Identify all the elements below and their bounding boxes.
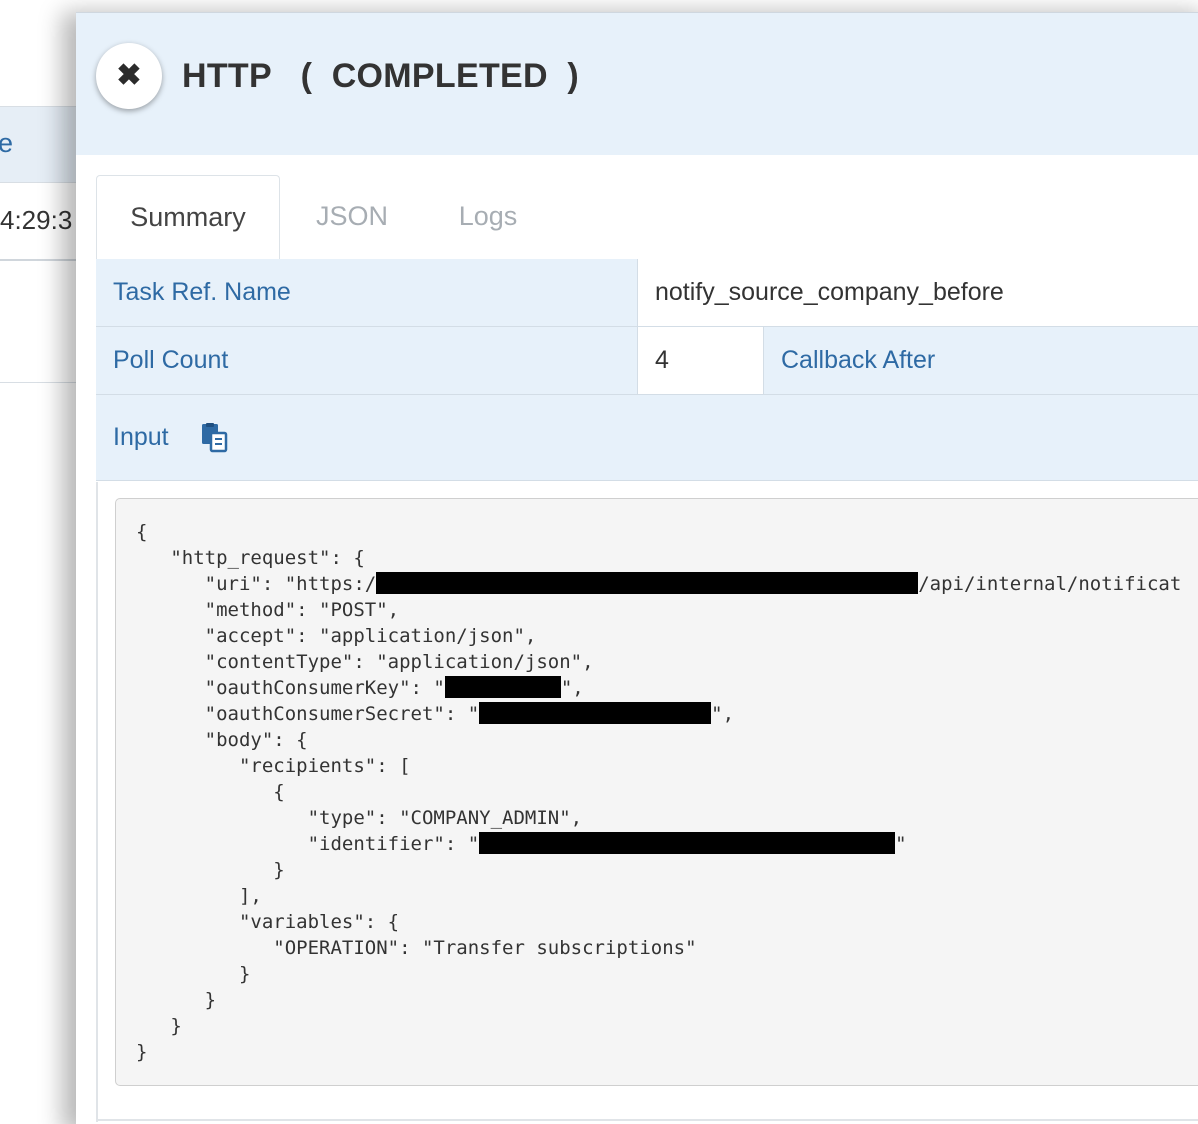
json-line: "OPERATION": "Transfer subscriptions" [136, 937, 697, 959]
background-row-time: 4:29:3 [0, 205, 73, 235]
json-text: "oauthConsumerKey": " [136, 677, 445, 699]
input-label: Input [113, 423, 169, 451]
json-line: { [136, 521, 148, 543]
task-ref-name-value: notify_source_company_before [638, 259, 1198, 327]
tab-json[interactable]: JSON [302, 175, 402, 257]
poll-count-value: 4 [638, 327, 764, 395]
json-line: "variables": { [136, 911, 400, 933]
json-line-consumer-key: "oauthConsumerKey": " ", [136, 675, 584, 701]
json-text: "identifier": " [136, 833, 480, 855]
callback-after-label: Callback After [764, 327, 1198, 395]
redaction-bar [479, 702, 712, 724]
json-line: } [136, 963, 251, 985]
json-line: "recipients": [ [136, 755, 411, 777]
json-line-uri: "uri": "https:/ /api/internal/notificat [136, 571, 1181, 597]
json-line-consumer-secret: "oauthConsumerSecret": " ", [136, 701, 734, 727]
screen: e 4:29:3 ✖ HTTP ( COMPLETED ) Summary JS… [0, 0, 1198, 1124]
close-button[interactable]: ✖ [96, 43, 162, 109]
modal-header: ✖ HTTP ( COMPLETED ) [76, 13, 1198, 155]
json-line: } [136, 859, 285, 881]
json-text: /api/internal/notificat [918, 573, 1182, 595]
json-text: ", [560, 677, 584, 699]
json-text: ", [711, 703, 735, 725]
json-line: } [136, 1015, 182, 1037]
tab-logs[interactable]: Logs [446, 175, 530, 257]
json-line: "accept": "application/json", [136, 625, 537, 647]
redaction-bar [479, 832, 896, 854]
close-icon: ✖ [116, 59, 142, 92]
json-line: "type": "COMPANY_ADMIN", [136, 807, 583, 829]
json-line: "body": { [136, 729, 308, 751]
tab-summary[interactable]: Summary [96, 175, 280, 261]
json-line: "method": "POST", [136, 599, 400, 621]
modal-title: HTTP ( COMPLETED ) [182, 57, 579, 95]
poll-count-label: Poll Count [96, 327, 638, 395]
clipboard-copy-icon[interactable] [201, 422, 229, 453]
redaction-bar [376, 572, 919, 594]
json-text: "oauthConsumerSecret": " [136, 703, 480, 725]
background-header-text: e [0, 128, 14, 158]
json-text: "uri": "https:/ [136, 573, 377, 595]
json-line: } [136, 1041, 148, 1063]
json-text: " [895, 833, 907, 855]
json-line-identifier: "identifier": " " [136, 831, 907, 857]
tab-bar: Summary JSON Logs [96, 175, 1198, 261]
redaction-bar [444, 676, 561, 698]
panel-left-border [96, 482, 98, 1122]
json-line: "http_request": { [136, 547, 365, 569]
json-line: "contentType": "application/json", [136, 651, 594, 673]
panel-bottom-border [96, 1119, 1198, 1121]
json-line: ], [136, 885, 262, 907]
input-row: Input [96, 395, 1198, 481]
json-line: } [136, 989, 217, 1011]
task-ref-name-label: Task Ref. Name [96, 259, 638, 327]
input-json-block[interactable]: { "http_request": { "uri": "https:/ /api/… [115, 498, 1198, 1086]
json-line: { [136, 781, 285, 803]
